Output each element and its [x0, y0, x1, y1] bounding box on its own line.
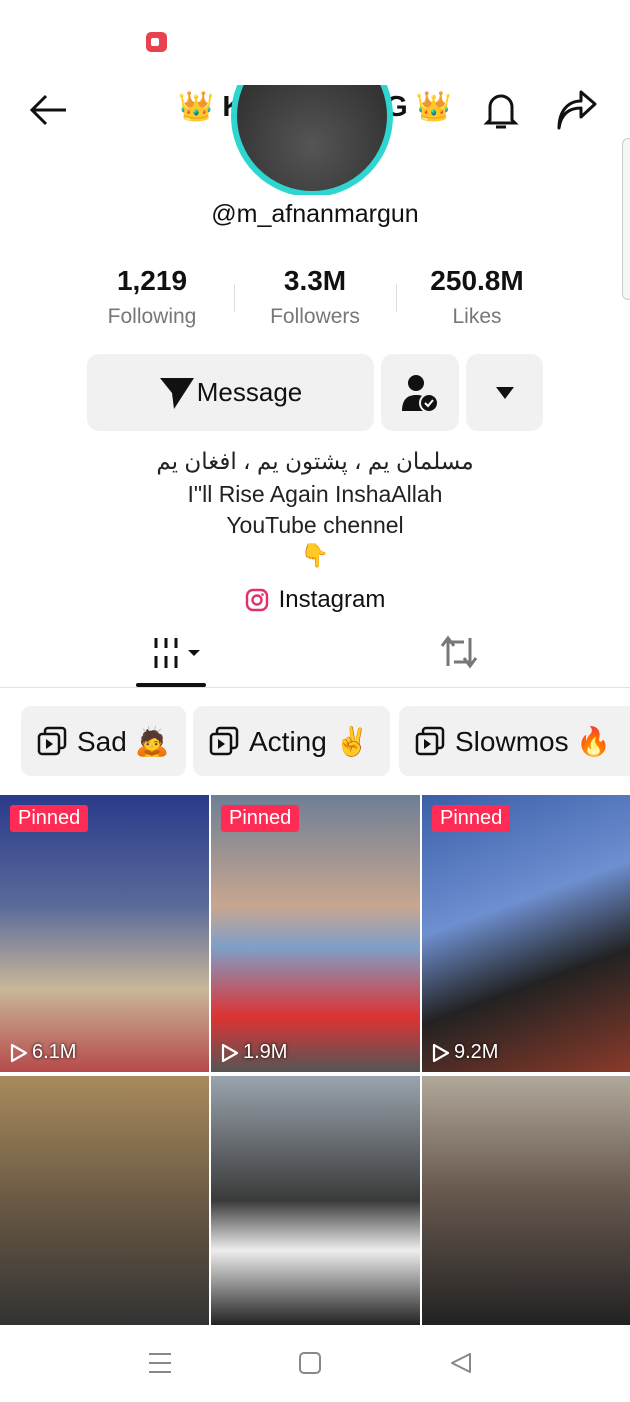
screen-record-indicator-icon	[146, 32, 167, 52]
bell-icon	[483, 94, 519, 129]
home-icon[interactable]	[299, 1352, 321, 1374]
pinned-badge: Pinned	[221, 805, 300, 832]
video-thumbnail[interactable]	[211, 1076, 420, 1325]
avatar[interactable]	[231, 85, 393, 195]
back-nav-icon[interactable]	[450, 1352, 472, 1374]
stat-value: 3.3M	[283, 265, 347, 296]
stat-label: Following	[107, 305, 197, 328]
play-icon	[432, 1043, 450, 1062]
bio-line: I"ll Rise Again InshaAllah	[187, 481, 443, 507]
following-status-button[interactable]	[381, 354, 459, 431]
video-thumbnail[interactable]: Pinned 6.1M	[0, 795, 209, 1072]
stat-likes[interactable]: 250.8M Likes	[397, 265, 557, 329]
stat-value: 250.8M	[430, 265, 524, 296]
playlist-chip[interactable]: Acting ✌️	[193, 706, 390, 776]
playlist-label: Slowmos 🔥	[455, 725, 612, 757]
system-nav-bar	[0, 1325, 630, 1402]
bio-emoji: 👇	[300, 542, 330, 568]
view-count: 6.1M	[10, 1041, 76, 1064]
stat-following[interactable]: 1,219 Following	[72, 265, 232, 329]
bio-line: YouTube chennel	[226, 512, 404, 538]
view-count-value: 9.2M	[454, 1041, 499, 1063]
video-thumbnail[interactable]: Pinned 9.2M	[422, 795, 630, 1072]
video-thumbnail[interactable]	[422, 1076, 630, 1325]
user-check-icon	[402, 374, 439, 413]
username: @m_afnanmargun	[211, 200, 419, 228]
tab-reposts[interactable]	[440, 634, 478, 675]
share-arrow-icon	[557, 90, 597, 130]
play-icon	[221, 1043, 239, 1062]
message-button[interactable]: Message	[87, 354, 374, 431]
view-count-value: 6.1M	[32, 1041, 77, 1063]
instagram-label: Instagram	[278, 586, 386, 613]
more-options-dropdown[interactable]	[466, 354, 543, 431]
stat-label: Likes	[452, 305, 502, 328]
bio-line: مسلمان یم ، پشتون یم ، افغان یم	[156, 448, 474, 474]
send-icon	[159, 377, 194, 409]
playlist-label: Sad 🙇	[77, 725, 170, 757]
playlist-label: Acting ✌️	[249, 725, 370, 757]
share-button[interactable]	[555, 88, 599, 137]
tab-videos[interactable]	[152, 636, 204, 675]
instagram-icon	[245, 588, 268, 612]
view-count: 9.2M	[432, 1041, 498, 1064]
playlist-chip[interactable]: Sad 🙇	[21, 706, 186, 776]
playlist-icon	[37, 726, 67, 756]
stat-label: Followers	[270, 305, 360, 328]
pinned-badge: Pinned	[432, 805, 511, 832]
play-icon	[10, 1043, 28, 1062]
caret-down-icon	[495, 386, 514, 399]
divider	[0, 687, 630, 688]
stat-value: 1,219	[116, 265, 188, 296]
repost-icon	[440, 635, 478, 669]
video-grid-icon	[154, 638, 200, 668]
view-count-value: 1.9M	[243, 1041, 288, 1063]
playlist-chip[interactable]: Slowmos 🔥	[399, 706, 630, 776]
instagram-link[interactable]: Instagram	[0, 586, 630, 614]
notification-button[interactable]	[482, 88, 520, 137]
stat-followers[interactable]: 3.3M Followers	[235, 265, 395, 329]
pinned-badge: Pinned	[10, 805, 89, 832]
message-label: Message	[196, 377, 303, 407]
playlist-icon	[415, 726, 445, 756]
recent-apps-icon[interactable]	[148, 1352, 172, 1374]
playlist-icon	[209, 726, 239, 756]
video-thumbnail[interactable]	[0, 1076, 209, 1325]
view-count: 1.9M	[221, 1041, 287, 1064]
video-thumbnail[interactable]: Pinned 1.9M	[211, 795, 420, 1072]
